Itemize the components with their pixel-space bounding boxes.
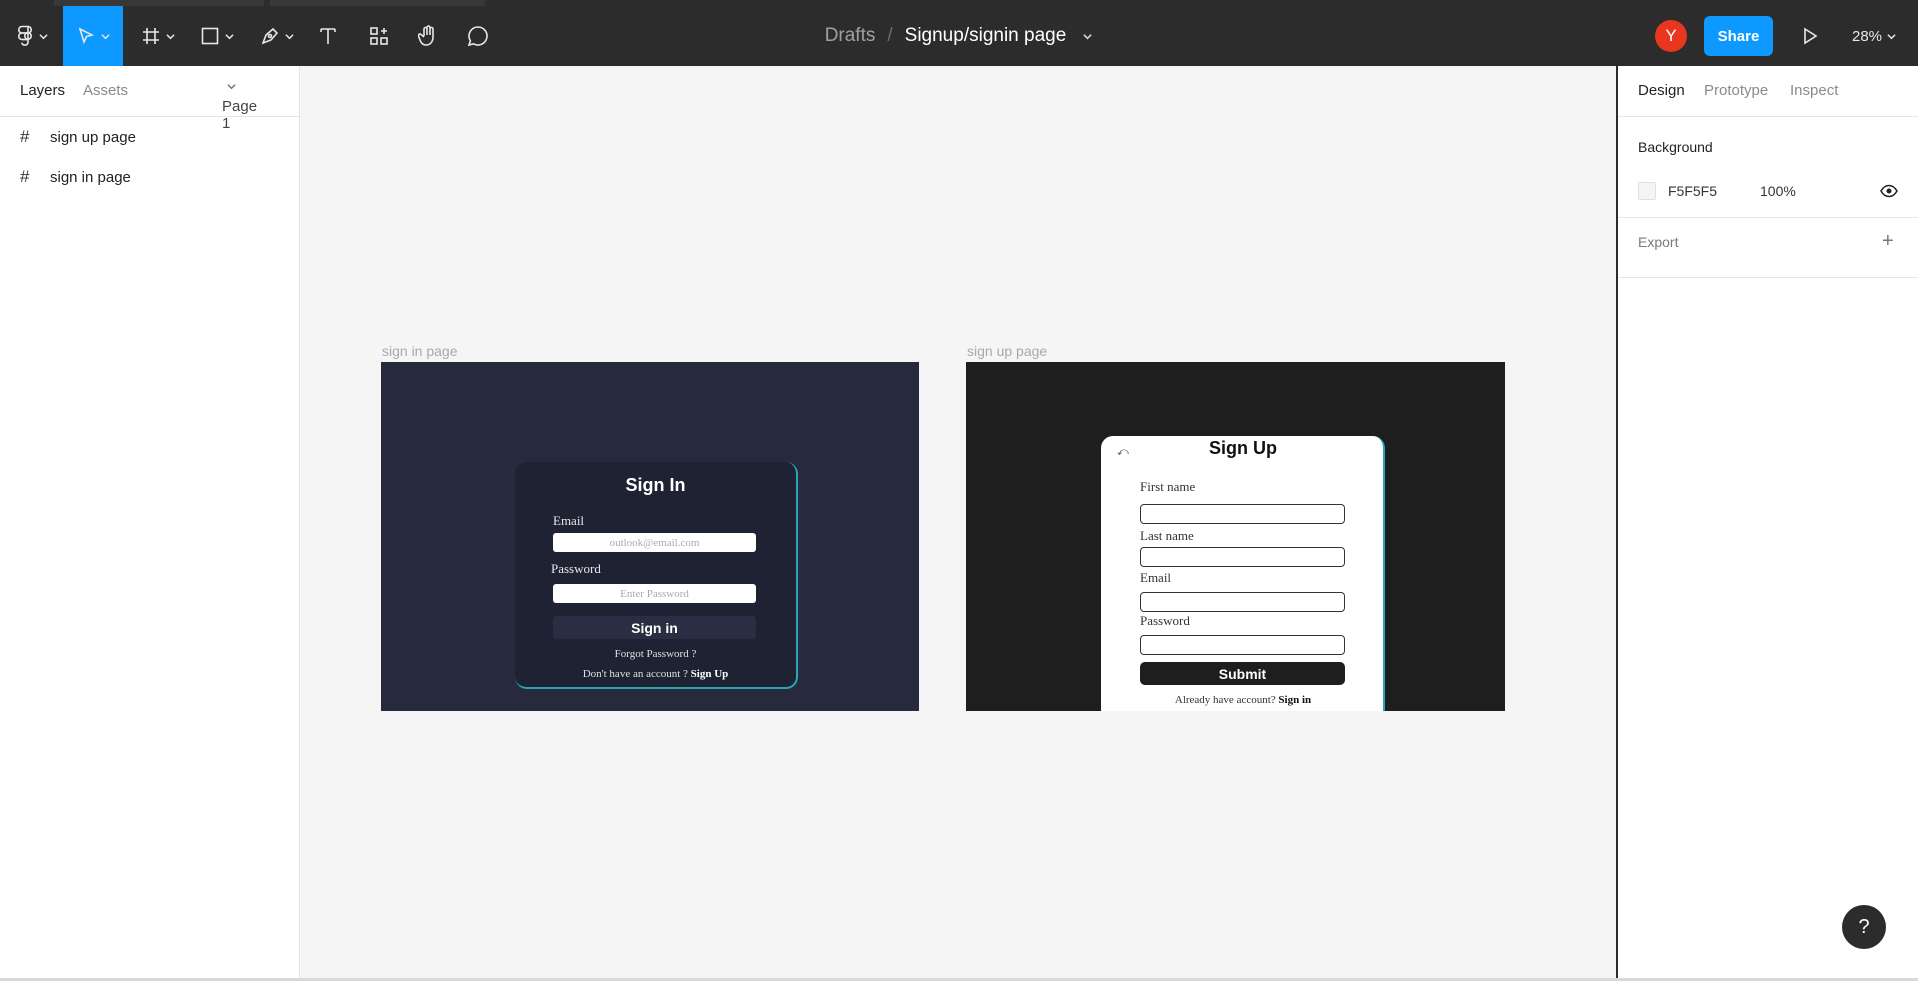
sign-up-frame[interactable]: ⤺ Sign Up First name Last name Email Pas…: [966, 362, 1505, 711]
layer-label: sign up page: [50, 128, 136, 146]
zoom-dropdown[interactable]: 28%: [1852, 6, 1896, 66]
background-hex-input[interactable]: F5F5F5: [1668, 183, 1717, 199]
sign-in-frame[interactable]: Sign In Email outlook@email.com Password…: [381, 362, 919, 711]
email-label: Email: [553, 513, 585, 528]
share-button[interactable]: Share: [1704, 16, 1773, 56]
move-tool-icon: [78, 27, 94, 45]
tab-inspect[interactable]: Inspect: [1790, 82, 1838, 99]
help-button[interactable]: ?: [1842, 905, 1886, 949]
breadcrumb-drafts[interactable]: Drafts: [825, 25, 876, 47]
hand-tool-button[interactable]: [413, 6, 443, 66]
layer-item[interactable]: # sign up page: [0, 117, 300, 157]
password-label: Password: [551, 561, 601, 576]
password-field[interactable]: Enter Password: [553, 584, 756, 603]
sign-in-button[interactable]: Sign in: [553, 616, 756, 639]
hand-tool-icon: [418, 25, 434, 46]
page-selector[interactable]: Page 1: [222, 82, 257, 132]
background-opacity-input[interactable]: 100%: [1760, 183, 1796, 199]
email-field[interactable]: outlook@email.com: [553, 533, 756, 552]
avatar[interactable]: Y: [1655, 20, 1687, 52]
signin-prompt-text: Already have account?: [1174, 694, 1276, 706]
visibility-eye-icon[interactable]: [1880, 183, 1898, 199]
signup-link[interactable]: Sign Up: [691, 668, 729, 680]
main-menu-button[interactable]: [12, 6, 52, 66]
design-panel: Design Prototype Inspect Background F5F5…: [1616, 66, 1918, 978]
chevron-down-icon: [38, 33, 48, 39]
resources-icon: [370, 27, 388, 45]
signin-link[interactable]: Sign in: [1278, 694, 1311, 706]
move-tool-button[interactable]: [63, 6, 123, 66]
last-name-label: Last name: [1140, 528, 1194, 543]
comment-tool-button[interactable]: [463, 6, 493, 66]
comment-tool-icon: [467, 26, 488, 47]
signup-prompt: Don't have an account ? Sign Up: [515, 668, 796, 680]
password-label: Password: [1140, 613, 1190, 628]
sign-in-card: Sign In Email outlook@email.com Password…: [515, 462, 798, 689]
frame-icon: #: [20, 127, 30, 146]
email-label: Email: [1140, 570, 1172, 585]
layers-panel: Layers Assets Page 1 # sign up page # si…: [0, 66, 300, 978]
background-color-swatch[interactable]: [1638, 182, 1656, 200]
rectangle-tool-icon: [201, 27, 218, 45]
add-export-plus-icon[interactable]: +: [1882, 230, 1894, 253]
tab-layers[interactable]: Layers: [20, 82, 65, 99]
frame-tool-button[interactable]: [137, 6, 179, 66]
resources-button[interactable]: [364, 6, 394, 66]
pen-tool-icon: [261, 27, 278, 45]
first-name-label: First name: [1140, 479, 1196, 494]
text-tool-button[interactable]: [313, 6, 343, 66]
first-name-field[interactable]: [1140, 504, 1345, 524]
left-panel-tabs: Layers Assets Page 1: [0, 66, 299, 132]
password-field[interactable]: [1140, 635, 1345, 655]
last-name-field[interactable]: [1140, 547, 1345, 567]
submit-button[interactable]: Submit: [1140, 662, 1345, 685]
tab-assets[interactable]: Assets: [83, 82, 128, 99]
tab-design[interactable]: Design: [1638, 82, 1685, 99]
chevron-down-icon[interactable]: [1082, 31, 1093, 42]
chevron-down-icon: [165, 33, 175, 39]
chevron-down-icon: [284, 33, 294, 39]
present-button[interactable]: [1796, 22, 1824, 50]
background-section: Background F5F5F5 100%: [1618, 117, 1918, 218]
signup-prompt-text: Don't have an account ?: [582, 668, 688, 680]
frame-label-sign-in[interactable]: sign in page: [382, 343, 458, 359]
sign-up-title: Sign Up: [1209, 438, 1277, 458]
forgot-password-link[interactable]: Forgot Password ?: [515, 648, 796, 660]
tab-prototype[interactable]: Prototype: [1704, 82, 1768, 99]
right-panel-tabs: Design Prototype Inspect: [1618, 66, 1918, 117]
pen-tool-button[interactable]: [256, 6, 298, 66]
zoom-level: 28%: [1852, 27, 1883, 45]
breadcrumb-separator: /: [887, 25, 893, 46]
sign-up-card: ⤺ Sign Up First name Last name Email Pas…: [1101, 436, 1385, 711]
play-icon: [1804, 27, 1818, 45]
export-title: Export: [1638, 234, 1679, 250]
layer-item[interactable]: # sign in page: [0, 157, 300, 197]
text-tool-icon: [320, 28, 336, 44]
email-field[interactable]: [1140, 592, 1345, 612]
file-name[interactable]: Signup/signin page: [905, 25, 1067, 47]
export-section: Export +: [1618, 218, 1918, 278]
layer-label: sign in page: [50, 168, 131, 186]
chevron-down-icon: [1887, 33, 1896, 39]
chevron-down-icon: [227, 84, 236, 90]
frame-tool-icon: [142, 28, 159, 44]
toolbar: Drafts / Signup/signin page Y Share 28%: [0, 6, 1918, 66]
shape-tool-button[interactable]: [196, 6, 238, 66]
sign-in-title: Sign In: [625, 475, 686, 495]
canvas[interactable]: sign in page Sign In Email outlook@email…: [300, 66, 1616, 978]
figma-menu-icon: [17, 25, 32, 46]
background-title: Background: [1638, 139, 1713, 155]
chevron-down-icon: [100, 33, 110, 39]
frame-icon: #: [20, 167, 30, 186]
chevron-down-icon: [224, 33, 234, 39]
signin-prompt: Already have account? Sign in: [1101, 694, 1385, 706]
frame-label-sign-up[interactable]: sign up page: [967, 343, 1047, 359]
